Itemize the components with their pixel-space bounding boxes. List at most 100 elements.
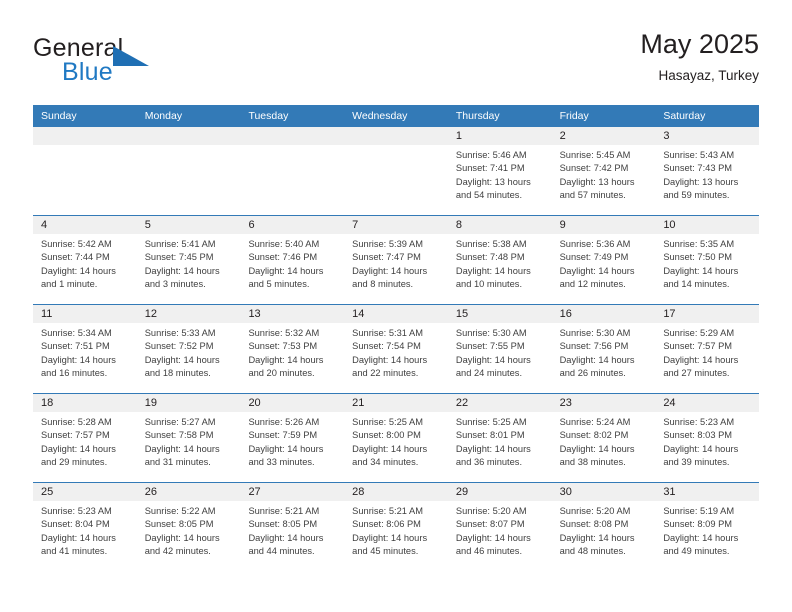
sunset-text: Sunset: 8:00 PM — [352, 430, 421, 441]
day-details: Sunrise: 5:20 AM Sunset: 8:08 PM Daylight:… — [552, 501, 656, 559]
calendar-day-cell[interactable]: 4 Sunrise: 5:42 AM Sunset: 7:44 PM Daylight… — [33, 216, 137, 304]
daylight-text: Daylight: 13 hours and 54 minutes. — [455, 176, 531, 201]
day-number: 13 — [240, 305, 345, 323]
calendar-day-cell[interactable]: 24 Sunrise: 5:23 AM Sunset: 8:03 PM Dayligh… — [655, 394, 760, 482]
triangle-flag-icon — [113, 46, 149, 66]
day-number — [136, 127, 241, 145]
calendar-day-cell[interactable]: 6 Sunrise: 5:40 AM Sunset: 7:46 PM Daylight… — [240, 216, 345, 304]
day-details: Sunrise: 5:32 AM Sunset: 7:53 PM Daylight:… — [240, 323, 344, 381]
day-details: Sunrise: 5:25 AM Sunset: 8:01 PM Daylight:… — [448, 412, 552, 470]
day-number: 20 — [240, 394, 345, 412]
sunset-text: Sunset: 7:45 PM — [144, 252, 214, 263]
sunset-text: Sunset: 7:51 PM — [41, 341, 110, 352]
day-details: Sunrise: 5:29 AM Sunset: 7:57 PM Daylight:… — [655, 323, 759, 381]
day-details: Sunrise: 5:28 AM Sunset: 7:57 PM Daylight:… — [33, 412, 137, 470]
calendar-day-cell[interactable]: 2 Sunrise: 5:45 AM Sunset: 7:42 PM Daylight… — [551, 127, 656, 215]
calendar-day-cell[interactable]: 31 Sunrise: 5:19 AM Sunset: 8:09 PM Dayligh… — [655, 483, 760, 571]
calendar-day-cell[interactable]: 26 Sunrise: 5:22 AM Sunset: 8:05 PM Dayligh… — [136, 483, 241, 571]
daylight-text: Daylight: 14 hours and 42 minutes. — [144, 532, 220, 557]
calendar-day-cell[interactable]: 28 Sunrise: 5:21 AM Sunset: 8:06 PM Dayligh… — [344, 483, 448, 571]
calendar-day-cell[interactable]: 19 Sunrise: 5:27 AM Sunset: 7:58 PM Dayligh… — [136, 394, 241, 482]
day-number: 11 — [33, 305, 137, 323]
sunset-text: Sunset: 8:04 PM — [41, 519, 110, 530]
sunset-text: Sunset: 7:55 PM — [455, 341, 525, 352]
day-number: 9 — [551, 216, 656, 234]
daylight-text: Daylight: 14 hours and 10 minutes. — [455, 265, 531, 290]
sunset-text: Sunset: 8:05 PM — [144, 519, 214, 530]
calendar-day-cell[interactable]: 5 Sunrise: 5:41 AM Sunset: 7:45 PM Daylight… — [136, 216, 241, 304]
calendar-day-cell[interactable]: 21 Sunrise: 5:25 AM Sunset: 8:00 PM Dayligh… — [344, 394, 448, 482]
daylight-text: Daylight: 14 hours and 39 minutes. — [663, 443, 739, 468]
sunrise-text: Sunrise: 5:31 AM — [352, 328, 423, 338]
day-details: Sunrise: 5:38 AM Sunset: 7:48 PM Daylight:… — [448, 234, 552, 292]
calendar-day-cell[interactable]: 29 Sunrise: 5:20 AM Sunset: 8:07 PM Dayligh… — [447, 483, 552, 571]
day-details: Sunrise: 5:24 AM Sunset: 8:02 PM Daylight:… — [552, 412, 656, 470]
calendar-day-cell[interactable]: 30 Sunrise: 5:20 AM Sunset: 8:08 PM Dayligh… — [551, 483, 656, 571]
calendar-day-cell[interactable]: 23 Sunrise: 5:24 AM Sunset: 8:02 PM Dayligh… — [551, 394, 656, 482]
calendar-day-cell[interactable]: 22 Sunrise: 5:25 AM Sunset: 8:01 PM Dayligh… — [447, 394, 552, 482]
calendar-day-cell[interactable]: 8 Sunrise: 5:38 AM Sunset: 7:48 PM Daylight… — [447, 216, 552, 304]
day-number: 23 — [551, 394, 656, 412]
sunset-text: Sunset: 7:48 PM — [455, 252, 525, 263]
sunrise-text: Sunrise: 5:20 AM — [455, 506, 527, 516]
calendar-weeks: 1 Sunrise: 5:46 AM Sunset: 7:41 PM Daylight… — [33, 127, 760, 571]
calendar-week-row: 1 Sunrise: 5:46 AM Sunset: 7:41 PM Daylight… — [33, 127, 760, 215]
sunrise-text: Sunrise: 5:39 AM — [352, 239, 423, 249]
calendar-day-cell[interactable]: 14 Sunrise: 5:31 AM Sunset: 7:54 PM Dayligh… — [344, 305, 448, 393]
day-details: Sunrise: 5:34 AM Sunset: 7:51 PM Daylight:… — [33, 323, 137, 381]
daylight-text: Daylight: 14 hours and 14 minutes. — [663, 265, 739, 290]
calendar-day-cell[interactable]: 17 Sunrise: 5:29 AM Sunset: 7:57 PM Dayligh… — [655, 305, 760, 393]
calendar-day-cell[interactable]: 13 Sunrise: 5:32 AM Sunset: 7:53 PM Dayligh… — [240, 305, 345, 393]
day-number: 4 — [33, 216, 137, 234]
sunset-text: Sunset: 7:58 PM — [144, 430, 214, 441]
day-details: Sunrise: 5:39 AM Sunset: 7:47 PM Daylight:… — [344, 234, 448, 292]
sunrise-text: Sunrise: 5:19 AM — [663, 506, 735, 516]
day-number: 7 — [344, 216, 448, 234]
calendar-day-cell[interactable]: 1 Sunrise: 5:46 AM Sunset: 7:41 PM Daylight… — [447, 127, 552, 215]
day-number: 15 — [447, 305, 552, 323]
calendar-day-cell[interactable]: 7 Sunrise: 5:39 AM Sunset: 7:47 PM Daylight… — [344, 216, 448, 304]
day-number: 24 — [655, 394, 760, 412]
calendar-day-cell[interactable]: 15 Sunrise: 5:30 AM Sunset: 7:55 PM Dayligh… — [447, 305, 552, 393]
daylight-text: Daylight: 14 hours and 18 minutes. — [144, 354, 220, 379]
calendar-day-cell-empty — [136, 127, 241, 215]
daylight-text: Daylight: 14 hours and 45 minutes. — [352, 532, 428, 557]
day-number: 19 — [136, 394, 241, 412]
calendar-day-cell[interactable]: 12 Sunrise: 5:33 AM Sunset: 7:52 PM Dayligh… — [136, 305, 241, 393]
calendar-day-cell[interactable]: 3 Sunrise: 5:43 AM Sunset: 7:43 PM Daylight… — [655, 127, 760, 215]
brand-logo[interactable]: General Blue — [33, 34, 263, 94]
day-details: Sunrise: 5:35 AM Sunset: 7:50 PM Daylight:… — [655, 234, 759, 292]
calendar-week-cells: 4 Sunrise: 5:42 AM Sunset: 7:44 PM Daylight… — [33, 216, 760, 304]
day-number — [344, 127, 448, 145]
day-number: 28 — [344, 483, 448, 501]
sunrise-text: Sunrise: 5:23 AM — [663, 417, 735, 427]
calendar-day-cell[interactable]: 27 Sunrise: 5:21 AM Sunset: 8:05 PM Dayligh… — [240, 483, 345, 571]
calendar-day-cell[interactable]: 20 Sunrise: 5:26 AM Sunset: 7:59 PM Dayligh… — [240, 394, 345, 482]
sunset-text: Sunset: 8:09 PM — [663, 519, 733, 530]
calendar-day-cell[interactable]: 9 Sunrise: 5:36 AM Sunset: 7:49 PM Daylight… — [551, 216, 656, 304]
sunset-text: Sunset: 7:53 PM — [248, 341, 318, 352]
day-details: Sunrise: 5:33 AM Sunset: 7:52 PM Daylight:… — [137, 323, 241, 381]
day-details: Sunrise: 5:30 AM Sunset: 7:56 PM Daylight:… — [552, 323, 656, 381]
sunset-text: Sunset: 8:03 PM — [663, 430, 733, 441]
sunrise-text: Sunrise: 5:25 AM — [455, 417, 527, 427]
calendar-day-cell[interactable]: 16 Sunrise: 5:30 AM Sunset: 7:56 PM Dayligh… — [551, 305, 656, 393]
sunset-text: Sunset: 8:02 PM — [559, 430, 629, 441]
weekday-header-row: Sunday Monday Tuesday Wednesday Thursday Frid… — [33, 105, 759, 127]
calendar-day-cell[interactable]: 10 Sunrise: 5:35 AM Sunset: 7:50 PM Dayligh… — [655, 216, 760, 304]
calendar-day-cell[interactable]: 25 Sunrise: 5:23 AM Sunset: 8:04 PM Dayligh… — [33, 483, 137, 571]
sunrise-text: Sunrise: 5:43 AM — [663, 150, 735, 160]
sunset-text: Sunset: 7:44 PM — [41, 252, 110, 263]
daylight-text: Daylight: 14 hours and 34 minutes. — [352, 443, 428, 468]
sunrise-text: Sunrise: 5:21 AM — [352, 506, 423, 516]
sunrise-text: Sunrise: 5:22 AM — [144, 506, 216, 516]
day-number — [240, 127, 345, 145]
sunrise-text: Sunrise: 5:32 AM — [248, 328, 320, 338]
page-title: May 2025 — [640, 29, 759, 59]
calendar-day-cell[interactable]: 18 Sunrise: 5:28 AM Sunset: 7:57 PM Dayligh… — [33, 394, 137, 482]
daylight-text: Daylight: 14 hours and 48 minutes. — [559, 532, 635, 557]
weekday-header-thursday: Thursday — [455, 110, 500, 122]
daylight-text: Daylight: 13 hours and 59 minutes. — [663, 176, 739, 201]
daylight-text: Daylight: 14 hours and 46 minutes. — [455, 532, 531, 557]
calendar-day-cell[interactable]: 11 Sunrise: 5:34 AM Sunset: 7:51 PM Dayligh… — [33, 305, 137, 393]
